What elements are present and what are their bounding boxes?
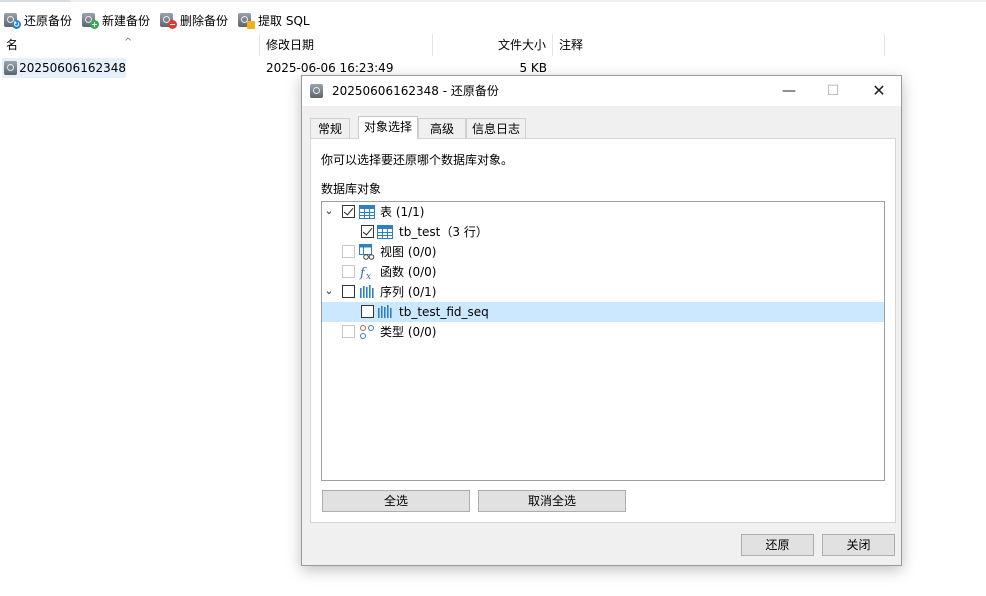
column-name-label: 名 bbox=[6, 38, 19, 52]
tb-test-fid-seq-label: tb_test_fid_seq bbox=[399, 305, 489, 319]
tab-advanced[interactable]: 高级 bbox=[418, 118, 466, 138]
tree-label: 数据库对象 bbox=[321, 182, 382, 196]
views-label: 视图 (0/0) bbox=[380, 245, 437, 259]
tables-label: 表 (1/1) bbox=[380, 205, 425, 219]
backup-name: 20250606162348 bbox=[19, 61, 126, 75]
tree-node-sequences[interactable]: ⌄ 序列 (0/1) bbox=[322, 282, 884, 302]
column-size-label: 文件大小 bbox=[497, 38, 546, 52]
deselect-all-button[interactable]: 取消全选 bbox=[478, 490, 626, 512]
restore-button[interactable]: 还原 bbox=[741, 534, 814, 556]
tree-node-tb-test-fid-seq[interactable]: tb_test_fid_seq bbox=[322, 302, 884, 322]
delete-backup-label: 删除备份 bbox=[180, 13, 229, 28]
tree-node-views[interactable]: 视图 (0/0) bbox=[322, 242, 884, 262]
maximize-button[interactable]: ☐ bbox=[810, 76, 856, 106]
database-object-tree[interactable]: ⌄ 表 (1/1) tb_test（3 行） 视图 (0/0) f x 函数 (… bbox=[321, 201, 885, 481]
table-icon bbox=[377, 225, 393, 239]
restore-backup-icon: ↻ bbox=[4, 12, 21, 29]
tree-node-tables[interactable]: ⌄ 表 (1/1) bbox=[322, 202, 884, 222]
tree-node-tb-test[interactable]: tb_test（3 行） bbox=[322, 222, 884, 242]
dialog-titlebar[interactable]: 20250606162348 - 还原备份 — ☐ ✕ bbox=[302, 76, 901, 106]
delete-backup-button[interactable]: − 删除备份 bbox=[156, 9, 234, 31]
backup-toolbar: ↻ 还原备份 + 新建备份 − 删除备份 提取 SQL bbox=[0, 8, 316, 32]
column-modified-label: 修改日期 bbox=[266, 38, 315, 52]
collapse-arrow-icon[interactable]: ⌄ bbox=[324, 204, 334, 217]
new-backup-button[interactable]: + 新建备份 bbox=[78, 9, 156, 31]
function-icon: f x bbox=[359, 266, 371, 280]
backup-file-icon bbox=[4, 60, 17, 76]
dialog-app-icon bbox=[310, 83, 326, 99]
backup-list-header: 名 ^ 修改日期 文件大小 注释 bbox=[0, 34, 986, 56]
sequences-label: 序列 (0/1) bbox=[380, 285, 437, 299]
collapse-arrow-icon[interactable]: ⌄ bbox=[324, 284, 334, 297]
functions-checkbox[interactable] bbox=[342, 265, 355, 278]
panel-description: 你可以选择要还原哪个数据库对象。 bbox=[321, 153, 514, 167]
sort-ascending-icon: ^ bbox=[124, 37, 133, 48]
sequences-checkbox[interactable] bbox=[342, 285, 355, 298]
new-backup-icon: + bbox=[82, 12, 100, 29]
restore-backup-dialog: 20250606162348 - 还原备份 — ☐ ✕ 常规 对象选择 高级 信… bbox=[301, 75, 902, 566]
delete-backup-icon: − bbox=[160, 12, 178, 29]
extract-sql-button[interactable]: 提取 SQL bbox=[234, 9, 316, 31]
tb-test-fid-seq-checkbox[interactable] bbox=[361, 305, 374, 318]
tab-info-log[interactable]: 信息日志 bbox=[466, 118, 526, 138]
tb-test-checkbox[interactable] bbox=[361, 225, 374, 238]
column-header-modified[interactable]: 修改日期 bbox=[260, 34, 433, 56]
column-header-comment[interactable]: 注释 bbox=[553, 34, 885, 56]
restore-backup-label: 还原备份 bbox=[24, 13, 73, 28]
types-label: 类型 (0/0) bbox=[380, 325, 437, 339]
backup-name-cell[interactable]: 20250606162348 bbox=[2, 58, 126, 78]
window-top-edge bbox=[0, 0, 986, 2]
sequence-icon bbox=[378, 305, 392, 318]
tb-test-label: tb_test（3 行） bbox=[399, 225, 488, 239]
tab-general[interactable]: 常规 bbox=[310, 118, 350, 138]
extract-sql-label: 提取 SQL bbox=[258, 13, 310, 28]
object-selection-panel: 你可以选择要还原哪个数据库对象。 数据库对象 ⌄ 表 (1/1) tb_test… bbox=[310, 138, 896, 523]
minimize-button[interactable]: — bbox=[766, 76, 812, 106]
close-button[interactable]: 关闭 bbox=[822, 534, 895, 556]
sequence-icon bbox=[360, 285, 374, 298]
restore-backup-button[interactable]: ↻ 还原备份 bbox=[0, 9, 78, 31]
tables-checkbox[interactable] bbox=[342, 205, 355, 218]
column-comment-label: 注释 bbox=[559, 38, 584, 52]
new-backup-label: 新建备份 bbox=[102, 13, 151, 28]
functions-label: 函数 (0/0) bbox=[380, 265, 437, 279]
types-checkbox[interactable] bbox=[342, 325, 355, 338]
type-icon bbox=[360, 325, 374, 339]
extract-sql-icon bbox=[238, 12, 256, 29]
dialog-title: 20250606162348 - 还原备份 bbox=[332, 84, 499, 98]
views-checkbox[interactable] bbox=[342, 245, 355, 258]
column-header-size[interactable]: 文件大小 bbox=[433, 34, 553, 56]
top-edge-highlight bbox=[0, 0, 70, 2]
select-all-button[interactable]: 全选 bbox=[322, 490, 470, 512]
tab-object-selection[interactable]: 对象选择 bbox=[358, 116, 418, 139]
close-window-button[interactable]: ✕ bbox=[856, 76, 902, 106]
column-header-name[interactable]: 名 ^ bbox=[0, 34, 260, 56]
table-icon bbox=[359, 205, 375, 219]
view-icon bbox=[359, 244, 375, 260]
svg-text:x: x bbox=[366, 272, 371, 280]
tree-node-types[interactable]: 类型 (0/0) bbox=[322, 322, 884, 342]
tree-node-functions[interactable]: f x 函数 (0/0) bbox=[322, 262, 884, 282]
